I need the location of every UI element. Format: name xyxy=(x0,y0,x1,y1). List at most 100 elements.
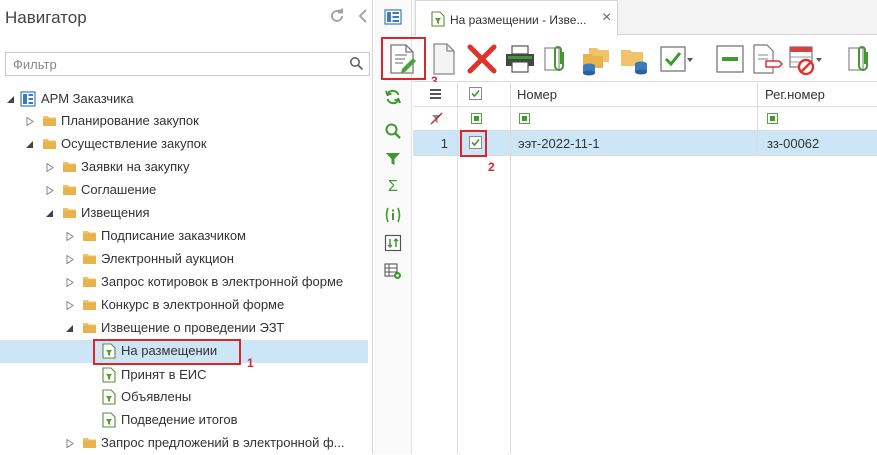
collapsed-arrow-icon[interactable] xyxy=(66,301,74,310)
tree-item-label: На размещении xyxy=(121,343,218,358)
tree-item-proposal-request[interactable]: Запрос предложений в электронной ф... xyxy=(0,432,368,455)
approve-dropdown-icon[interactable] xyxy=(659,42,693,76)
row-select-cell[interactable] xyxy=(458,131,511,156)
tree-item-customer-signing[interactable]: Подписание заказчиком xyxy=(0,225,368,248)
navigator-panel: Навигатор АРМ Заказчика xyxy=(0,0,373,454)
document-filter-icon xyxy=(102,367,116,383)
clear-filter-icon[interactable] xyxy=(430,112,443,125)
column-divider xyxy=(510,156,511,454)
callout-number-2: 2 xyxy=(488,160,495,174)
number-cell[interactable]: ээт-2022-11-1 xyxy=(511,131,758,156)
tree-item-notices[interactable]: Извещения xyxy=(0,202,368,225)
edit-document-icon[interactable] xyxy=(385,42,419,76)
tree-item-arm[interactable]: АРМ Заказчика xyxy=(0,88,368,111)
tree-item-label: Соглашение xyxy=(81,182,157,197)
sort-icon[interactable] xyxy=(384,234,402,252)
collapse-panel-icon[interactable] xyxy=(356,7,370,25)
menu-icon[interactable] xyxy=(430,89,441,99)
collapsed-arrow-icon[interactable] xyxy=(26,117,34,126)
filter-condition-icon[interactable] xyxy=(767,113,778,124)
table-block-dropdown-icon[interactable] xyxy=(788,42,822,76)
tab-close-icon[interactable]: × xyxy=(602,9,611,27)
clear-filter-cell[interactable] xyxy=(413,107,458,131)
document-tag-icon[interactable] xyxy=(749,42,783,76)
sum-icon[interactable]: Σ xyxy=(384,178,402,196)
tree-item-label: Конкурс в электронной форме xyxy=(101,297,285,312)
tree-item-quotation-request[interactable]: Запрос котировок в электронной форме xyxy=(0,271,368,294)
search-icon[interactable] xyxy=(384,122,402,140)
tree-item-accepted-eis[interactable]: Принят в ЕИС xyxy=(0,364,368,387)
column-header-number[interactable]: Номер xyxy=(511,82,758,107)
tree-item-label: Извещения xyxy=(81,205,150,220)
collapsed-arrow-icon[interactable] xyxy=(66,232,74,241)
refresh-icon[interactable] xyxy=(328,7,346,25)
navigator-toggle-icon[interactable] xyxy=(384,8,402,26)
search-icon[interactable] xyxy=(349,56,364,71)
folder-icon xyxy=(43,139,56,149)
filter-cell-number[interactable] xyxy=(511,107,758,131)
delete-icon[interactable] xyxy=(465,42,499,76)
tree-item-agreement[interactable]: Соглашение xyxy=(0,179,368,202)
attachment-icon[interactable] xyxy=(845,42,877,76)
expanded-arrow-icon[interactable] xyxy=(46,209,54,218)
tree-item-on-placement[interactable]: На размещении xyxy=(0,340,368,363)
filter-icon[interactable] xyxy=(384,150,402,168)
folder-icon xyxy=(83,231,96,241)
attachment-icon[interactable] xyxy=(541,42,575,76)
select-all-checkbox[interactable] xyxy=(469,87,482,100)
collapsed-arrow-icon[interactable] xyxy=(46,163,54,172)
tree-item-purchase-requests[interactable]: Заявки на закупку xyxy=(0,156,368,179)
document-filter-icon xyxy=(431,11,445,27)
check-icon xyxy=(471,138,480,147)
filter-cell-reg-number[interactable] xyxy=(758,107,877,131)
number-value: ээт-2022-11-1 xyxy=(518,136,600,151)
filter-condition-icon[interactable] xyxy=(471,113,482,124)
row-menu-header[interactable] xyxy=(413,82,458,107)
info-icon[interactable] xyxy=(384,206,402,224)
tree-item-ezt-notice[interactable]: Извещение о проведении ЭЗТ xyxy=(0,317,368,340)
new-document-icon[interactable] xyxy=(427,42,461,76)
filter-cell-select[interactable] xyxy=(458,107,511,131)
tree-item-summarizing[interactable]: Подведение итогов xyxy=(0,409,368,432)
folder-icon xyxy=(83,438,96,448)
tab-on-placement[interactable]: На размещении - Изве... × xyxy=(415,0,618,36)
collapsed-arrow-icon[interactable] xyxy=(66,439,74,448)
grid-settings-icon[interactable] xyxy=(384,262,402,280)
folder-icon xyxy=(83,300,96,310)
filter-input[interactable] xyxy=(6,53,341,75)
database-folder-icon[interactable] xyxy=(579,42,613,76)
tree-item-announced[interactable]: Объявлены xyxy=(0,386,368,409)
tree-item-planning[interactable]: Планирование закупок xyxy=(0,110,368,133)
tab-label: На размещении - Изве... xyxy=(450,13,587,27)
tree-item-label: АРМ Заказчика xyxy=(41,91,134,106)
select-all-header[interactable] xyxy=(458,82,511,107)
row-index-cell[interactable]: 1 xyxy=(413,131,458,156)
expanded-arrow-icon[interactable] xyxy=(26,140,34,149)
tree-item-label: Запрос котировок в электронной форме xyxy=(101,274,344,289)
collapsed-arrow-icon[interactable] xyxy=(66,255,74,264)
navigator-title: Навигатор xyxy=(5,8,87,27)
print-icon[interactable] xyxy=(503,42,537,76)
remove-icon[interactable] xyxy=(714,42,748,76)
column-divider xyxy=(457,156,458,454)
folder-icon xyxy=(43,116,56,126)
filter-condition-icon[interactable] xyxy=(519,113,530,124)
workstation-icon xyxy=(20,91,36,107)
database-export-icon[interactable] xyxy=(617,42,651,76)
row-checkbox[interactable] xyxy=(469,136,482,149)
reg-number-cell[interactable]: зз-00062 xyxy=(758,131,877,156)
tree-item-e-auction[interactable]: Электронный аукцион xyxy=(0,248,368,271)
collapsed-arrow-icon[interactable] xyxy=(46,186,54,195)
expanded-arrow-icon[interactable] xyxy=(66,324,74,333)
column-header-label: Номер xyxy=(517,87,558,102)
folder-icon xyxy=(63,208,76,218)
tree-item-e-tender[interactable]: Конкурс в электронной форме xyxy=(0,294,368,317)
document-filter-icon xyxy=(102,389,116,405)
collapsed-arrow-icon[interactable] xyxy=(66,278,74,287)
tab-bar: На размещении - Изве... × xyxy=(413,0,877,36)
column-header-reg-number[interactable]: Рег.номер xyxy=(758,82,877,107)
tree-item-label: Принят в ЕИС xyxy=(121,367,207,382)
expanded-arrow-icon[interactable] xyxy=(7,95,15,104)
refresh-icon[interactable] xyxy=(384,88,402,106)
tree-item-procurement[interactable]: Осуществление закупок xyxy=(0,133,368,156)
